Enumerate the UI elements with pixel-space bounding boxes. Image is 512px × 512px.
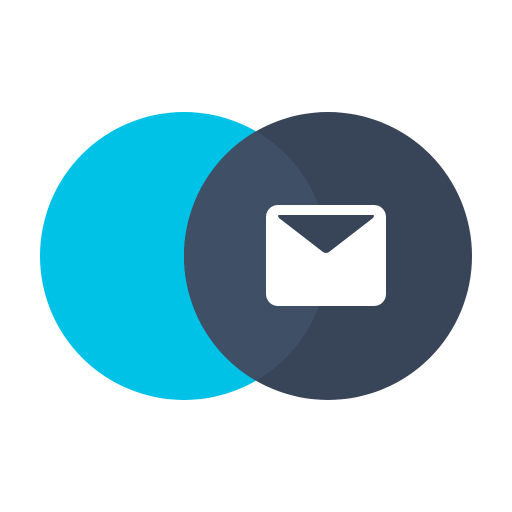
app-icon-canvas — [0, 0, 512, 512]
overlapping-circles-logo — [40, 112, 472, 400]
envelope-icon — [266, 205, 386, 306]
